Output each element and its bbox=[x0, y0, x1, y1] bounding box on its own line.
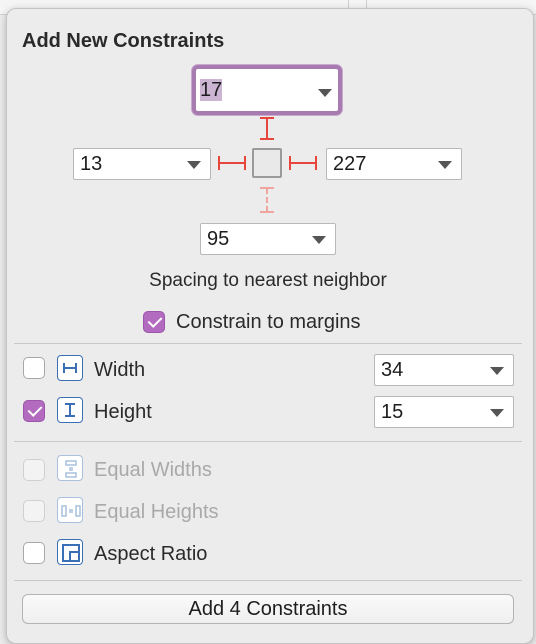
aspect-ratio-icon bbox=[57, 539, 83, 565]
width-label[interactable]: Width bbox=[94, 359, 145, 382]
equal-heights-icon bbox=[57, 497, 83, 523]
popover-title: Add New Constraints bbox=[22, 30, 225, 52]
divider bbox=[14, 580, 522, 581]
height-icon bbox=[57, 397, 83, 423]
left-spacing-popup[interactable]: 13 bbox=[73, 148, 211, 180]
right-spacing-value[interactable]: 227 bbox=[333, 149, 366, 179]
top-spacing-popup[interactable]: 17 bbox=[192, 65, 342, 115]
aspect-ratio-checkbox[interactable] bbox=[23, 542, 45, 564]
width-icon bbox=[57, 355, 83, 381]
equal-heights-checkbox[interactable] bbox=[23, 500, 45, 522]
height-value[interactable]: 15 bbox=[381, 397, 403, 427]
add-constraints-button[interactable]: Add 4 Constraints bbox=[22, 594, 514, 624]
height-value-popup[interactable]: 15 bbox=[374, 396, 514, 428]
divider bbox=[14, 343, 522, 344]
bottom-spacing-popup[interactable]: 95 bbox=[200, 223, 336, 255]
equal-widths-label: Equal Widths bbox=[94, 459, 212, 481]
chevron-down-icon[interactable] bbox=[490, 367, 504, 375]
width-checkbox[interactable] bbox=[23, 357, 45, 379]
height-label[interactable]: Height bbox=[94, 401, 152, 424]
width-value[interactable]: 34 bbox=[381, 355, 403, 385]
chevron-down-icon[interactable] bbox=[318, 89, 332, 97]
right-spacing-popup[interactable]: 227 bbox=[326, 148, 462, 180]
divider bbox=[14, 441, 522, 442]
left-spacing-value[interactable]: 13 bbox=[80, 149, 102, 179]
equal-widths-checkbox[interactable] bbox=[23, 459, 45, 481]
bottom-spacing-value[interactable]: 95 bbox=[207, 224, 229, 254]
constrain-to-margins-checkbox[interactable] bbox=[143, 311, 165, 333]
width-value-popup[interactable]: 34 bbox=[374, 354, 514, 386]
equal-heights-label: Equal Heights bbox=[94, 501, 219, 523]
equal-widths-icon bbox=[57, 455, 83, 481]
aspect-ratio-label[interactable]: Aspect Ratio bbox=[94, 543, 207, 566]
top-spacing-value[interactable]: 17 bbox=[200, 79, 223, 101]
chevron-down-icon[interactable] bbox=[490, 409, 504, 417]
constrain-to-margins-label[interactable]: Constrain to margins bbox=[176, 311, 361, 334]
spacing-caption: Spacing to nearest neighbor bbox=[149, 270, 387, 291]
chevron-down-icon[interactable] bbox=[187, 161, 201, 169]
chevron-down-icon[interactable] bbox=[312, 236, 326, 244]
selected-view-box bbox=[252, 148, 282, 178]
chevron-down-icon[interactable] bbox=[438, 161, 452, 169]
height-checkbox[interactable] bbox=[23, 400, 45, 422]
